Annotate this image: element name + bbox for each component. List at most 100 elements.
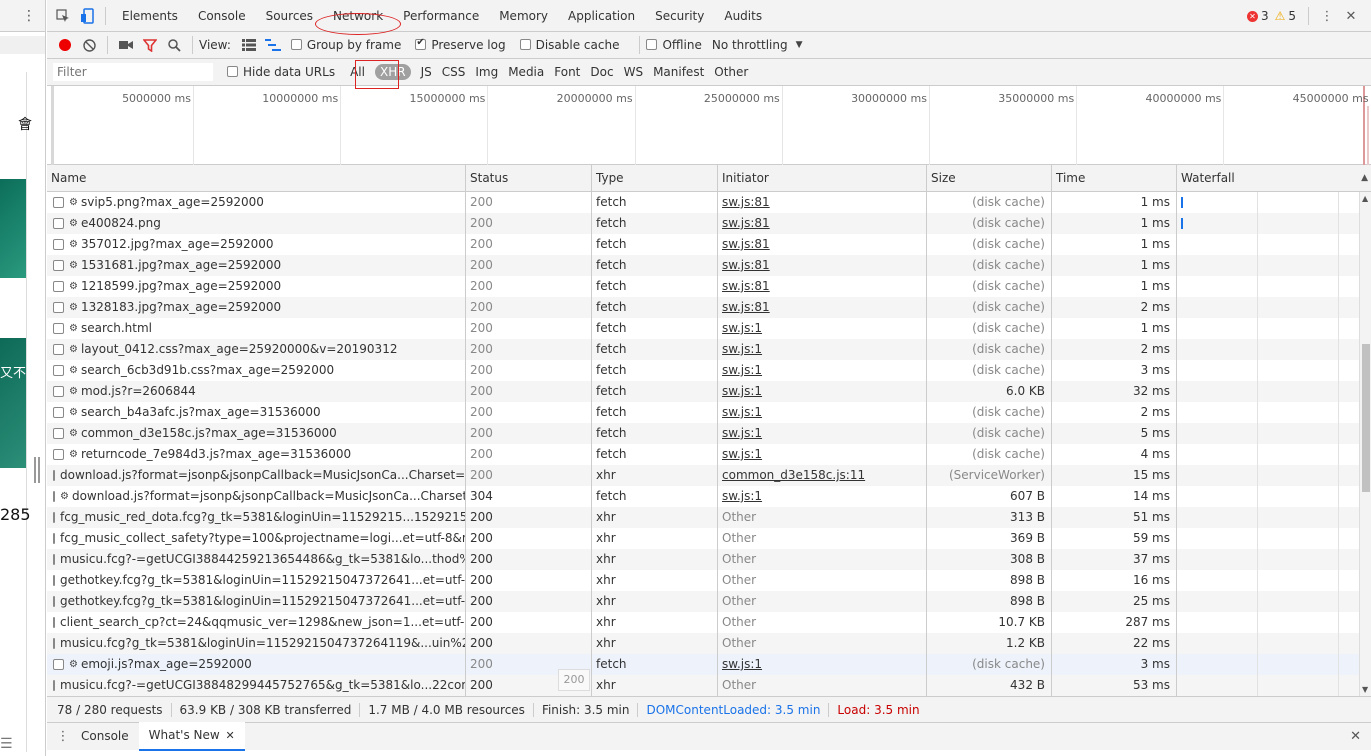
row-checkbox[interactable]: [53, 407, 64, 418]
tab-audits[interactable]: Audits: [714, 0, 772, 32]
filter-type-doc[interactable]: Doc: [590, 65, 613, 79]
filter-type-manifest[interactable]: Manifest: [653, 65, 704, 79]
row-checkbox[interactable]: [53, 344, 64, 355]
initiator-link[interactable]: sw.js:81: [722, 300, 770, 314]
tab-memory[interactable]: Memory: [489, 0, 558, 32]
row-checkbox[interactable]: [53, 596, 55, 607]
table-row[interactable]: ⚙ 357012.jpg?max_age=2592000 200 fetch sw.js…: [47, 234, 1371, 255]
request-name[interactable]: musicu.fcg?-=getUCGI38848299445752765&g_…: [60, 675, 465, 696]
initiator-link[interactable]: sw.js:81: [722, 279, 770, 293]
table-row[interactable]: ⚙ returncode_7e984d3.js?max_age=31536000 2…: [47, 444, 1371, 465]
cell-name[interactable]: ⚙ common_d3e158c.js?max_age=31536000: [47, 423, 466, 444]
filter-type-ws[interactable]: WS: [624, 65, 643, 79]
initiator-link[interactable]: sw.js:81: [722, 216, 770, 230]
tab-application[interactable]: Application: [558, 0, 645, 32]
cell-name[interactable]: musicu.fcg?-=getUCGI38844259213654486&g_…: [47, 549, 466, 570]
row-checkbox[interactable]: [53, 365, 64, 376]
table-row[interactable]: ⚙ 1218599.jpg?max_age=2592000 200 fetch sw.j…: [47, 276, 1371, 297]
cell-name[interactable]: ⚙ emoji.js?max_age=2592000: [47, 654, 466, 675]
column-header-time[interactable]: Time: [1052, 165, 1177, 191]
cell-name[interactable]: musicu.fcg?g_tk=5381&loginUin=1152921504…: [47, 633, 466, 654]
table-row[interactable]: ⚙ mod.js?r=2606844 200 fetch sw.js:1 6.0 KB 32…: [47, 381, 1371, 402]
overview-left-handle[interactable]: [51, 86, 54, 165]
cell-name[interactable]: musicu.fcg?-=getUCGI38848299445752765&g_…: [47, 675, 466, 696]
scroll-down-icon[interactable]: ▼: [1362, 685, 1368, 694]
scroll-up-icon[interactable]: ▲: [1362, 194, 1368, 203]
request-name[interactable]: search_b4a3afc.js?max_age=31536000: [81, 402, 321, 423]
cell-name[interactable]: fcg_music_red_dota.fcg?g_tk=5381&loginUi…: [47, 507, 466, 528]
row-checkbox[interactable]: [53, 491, 55, 502]
filter-input[interactable]: [53, 63, 213, 81]
cell-name[interactable]: ⚙ e400824.png: [47, 213, 466, 234]
close-tab-icon[interactable]: ✕: [226, 729, 235, 742]
hide-data-urls-checkbox[interactable]: Hide data URLs: [227, 65, 335, 79]
initiator-link[interactable]: sw.js:1: [722, 447, 762, 461]
tab-network[interactable]: Network: [323, 0, 393, 32]
cell-name[interactable]: fcg_music_collect_safety?type=100&projec…: [47, 528, 466, 549]
initiator-link[interactable]: sw.js:1: [722, 384, 762, 398]
column-header-name[interactable]: Name: [47, 165, 466, 191]
request-name[interactable]: fcg_music_red_dota.fcg?g_tk=5381&loginUi…: [60, 507, 465, 528]
drawer-tab-whats-new[interactable]: What's New ✕: [138, 722, 245, 751]
filter-type-css[interactable]: CSS: [442, 65, 466, 79]
table-row[interactable]: gethotkey.fcg?g_tk=5381&loginUin=1152921…: [47, 591, 1371, 612]
column-header-type[interactable]: Type: [592, 165, 718, 191]
cell-name[interactable]: client_search_cp?ct=24&qqmusic_ver=1298&…: [47, 612, 466, 633]
table-row[interactable]: ⚙ search.html 200 fetch sw.js:1 (disk cache) 1…: [47, 318, 1371, 339]
table-row[interactable]: ⚙ emoji.js?max_age=2592000 200 fetch sw.js:1…: [47, 654, 1371, 675]
initiator-link[interactable]: sw.js:1: [722, 657, 762, 671]
filter-type-img[interactable]: Img: [475, 65, 498, 79]
row-checkbox[interactable]: [53, 302, 64, 313]
table-row[interactable]: ⚙ download.js?format=jsonp&jsonpCallback=…: [47, 486, 1371, 507]
table-row[interactable]: ⚙ 1531681.jpg?max_age=2592000 200 fetch sw.j…: [47, 255, 1371, 276]
sort-ascending-icon[interactable]: ▲: [1361, 173, 1368, 183]
more-vert-icon[interactable]: ⋮: [22, 8, 36, 24]
filter-type-other[interactable]: Other: [714, 65, 748, 79]
initiator-link[interactable]: sw.js:81: [722, 237, 770, 251]
tab-performance[interactable]: Performance: [393, 0, 489, 32]
scrollbar-thumb[interactable]: [1362, 344, 1370, 492]
cell-name[interactable]: ⚙ search_b4a3afc.js?max_age=31536000: [47, 402, 466, 423]
table-row[interactable]: ⚙ layout_0412.css?max_age=25920000&v=2019…: [47, 339, 1371, 360]
resize-handle[interactable]: [34, 457, 40, 483]
table-row[interactable]: fcg_music_collect_safety?type=100&projec…: [47, 528, 1371, 549]
row-checkbox[interactable]: [53, 533, 55, 544]
cell-name[interactable]: ⚙ download.js?format=jsonp&jsonpCallback=…: [47, 486, 466, 507]
row-checkbox[interactable]: [53, 239, 64, 250]
disable-cache-checkbox[interactable]: Disable cache: [519, 38, 619, 52]
tab-elements[interactable]: Elements: [112, 0, 188, 32]
request-name[interactable]: fcg_music_collect_safety?type=100&projec…: [60, 528, 465, 549]
table-row[interactable]: download.js?format=jsonp&jsonpCallback=M…: [47, 465, 1371, 486]
initiator-link[interactable]: sw.js:81: [722, 195, 770, 209]
filter-type-media[interactable]: Media: [508, 65, 544, 79]
request-name[interactable]: 1531681.jpg?max_age=2592000: [81, 255, 281, 276]
table-row[interactable]: fcg_music_red_dota.fcg?g_tk=5381&loginUi…: [47, 507, 1371, 528]
row-checkbox[interactable]: [53, 428, 64, 439]
row-checkbox[interactable]: [53, 617, 55, 628]
cell-name[interactable]: ⚙ returncode_7e984d3.js?max_age=31536000: [47, 444, 466, 465]
close-devtools-icon[interactable]: ✕: [1339, 4, 1363, 28]
cell-name[interactable]: ⚙ 357012.jpg?max_age=2592000: [47, 234, 466, 255]
customize-menu-icon[interactable]: ⋮: [1315, 4, 1339, 28]
filter-type-js[interactable]: JS: [421, 65, 432, 79]
initiator-link[interactable]: sw.js:1: [722, 321, 762, 335]
waterfall-overview-icon[interactable]: [261, 33, 285, 57]
warning-count[interactable]: 5: [1288, 9, 1296, 23]
table-row[interactable]: ⚙ 1328183.jpg?max_age=2592000 200 fetch sw.j…: [47, 297, 1371, 318]
cell-name[interactable]: ⚙ layout_0412.css?max_age=25920000&v=2019…: [47, 339, 466, 360]
error-icon[interactable]: ✕: [1246, 10, 1258, 22]
request-name[interactable]: layout_0412.css?max_age=25920000&v=20190…: [81, 339, 398, 360]
filter-type-all[interactable]: All: [350, 65, 365, 79]
drawer-tab-console[interactable]: Console: [71, 723, 139, 750]
request-name[interactable]: search.html: [81, 318, 152, 339]
request-name[interactable]: musicu.fcg?g_tk=5381&loginUin=1152921504…: [60, 633, 465, 654]
screenshot-camera-icon[interactable]: [114, 33, 138, 57]
table-row[interactable]: musicu.fcg?-=getUCGI38844259213654486&g_…: [47, 549, 1371, 570]
filter-funnel-icon[interactable]: [138, 33, 162, 57]
request-name[interactable]: musicu.fcg?-=getUCGI38844259213654486&g_…: [60, 549, 465, 570]
cell-name[interactable]: gethotkey.fcg?g_tk=5381&loginUin=1152921…: [47, 570, 466, 591]
throttling-select[interactable]: No throttling: [712, 38, 788, 52]
request-name[interactable]: svip5.png?max_age=2592000: [81, 192, 264, 213]
cell-name[interactable]: ⚙ 1218599.jpg?max_age=2592000: [47, 276, 466, 297]
request-name[interactable]: returncode_7e984d3.js?max_age=31536000: [81, 444, 351, 465]
